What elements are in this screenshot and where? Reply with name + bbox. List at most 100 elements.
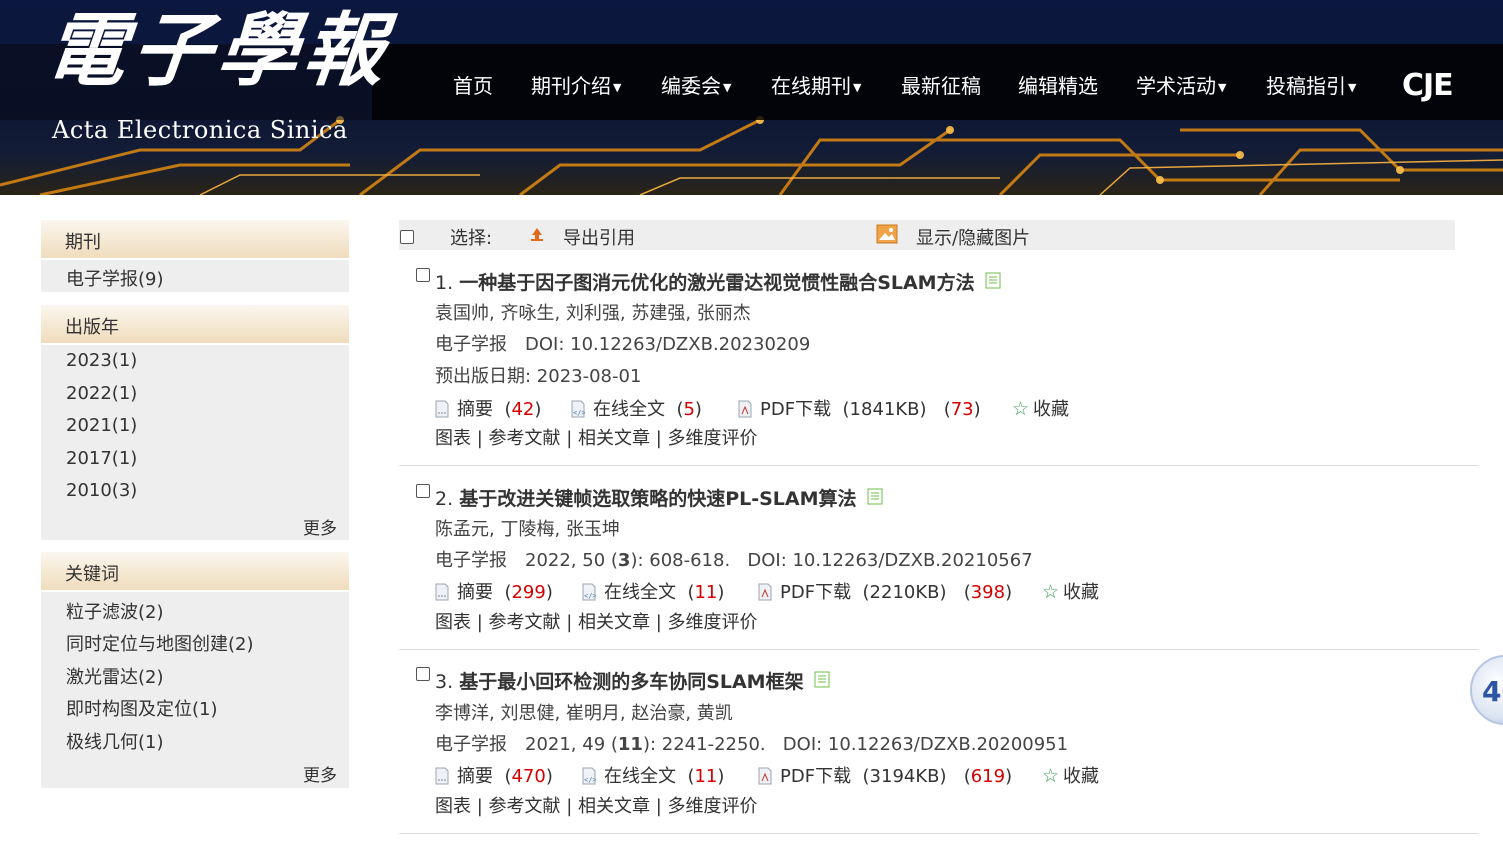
doi[interactable]: DOI: 10.12263/DZXB.20230209	[525, 334, 810, 355]
abstract-icon	[435, 400, 449, 418]
article-checkbox[interactable]	[416, 484, 430, 498]
related-articles-link[interactable]: 相关文章	[578, 612, 650, 633]
references-link[interactable]: 参考文献	[489, 796, 561, 817]
figures-link[interactable]: 图表	[435, 796, 471, 817]
article-title[interactable]: 2. 基于改进关键帧选取策略的快速PL-SLAM算法	[435, 484, 883, 511]
article-links: 图表 | 参考文献 | 相关文章 | 多维度评价	[435, 612, 758, 633]
export-citation-button[interactable]: 导出引用	[563, 224, 635, 250]
html-document-icon: </>	[571, 400, 585, 418]
sidebar-item-year[interactable]: 2023(1)	[66, 350, 137, 371]
sidebar-item-keyword[interactable]: 极线几何(1)	[66, 728, 164, 754]
article-citation: 电子学报 DOI: 10.12263/DZXB.20230209	[435, 330, 810, 356]
sidebar-keywords-header: 关键词	[41, 552, 349, 590]
star-icon: ☆	[1042, 581, 1060, 603]
sidebar-year-more-link[interactable]: 更多	[303, 514, 337, 539]
sidebar-item-year[interactable]: 2021(1)	[66, 415, 137, 436]
references-link[interactable]: 参考文献	[489, 612, 561, 633]
journal-logo-en[interactable]: Acta Electronica Sinica	[52, 116, 348, 144]
article-title[interactable]: 1. 一种基于因子图消元优化的激光雷达视觉惯性融合SLAM方法	[435, 268, 1001, 295]
pdf-download-link[interactable]: PDF下载 (1841KB) (73)	[738, 395, 981, 421]
related-articles-link[interactable]: 相关文章	[578, 796, 650, 817]
sidebar-item-year[interactable]: 2010(3)	[66, 480, 137, 501]
volume-issue-pages: 2021, 49 (11): 2241-2250.	[525, 734, 766, 755]
nav-online-journal[interactable]: 在线期刊 ▼	[771, 70, 861, 99]
pdf-icon	[758, 583, 772, 601]
chevron-down-icon: ▼	[1218, 81, 1227, 94]
sidebar-item-keyword[interactable]: 粒子滤波(2)	[66, 598, 164, 624]
preprint-date: 预出版日期: 2023-08-01	[435, 366, 642, 387]
sidebar-item-journal[interactable]: 电子学报(9)	[66, 265, 164, 291]
pdf-download-link[interactable]: PDF下载 (2210KB) (398)	[758, 578, 1012, 604]
sidebar-journal-header: 期刊	[41, 220, 349, 258]
journal-name: 电子学报	[435, 734, 507, 755]
related-articles-link[interactable]: 相关文章	[578, 428, 650, 449]
nav-journal-intro[interactable]: 期刊介绍 ▼	[531, 70, 621, 99]
favorite-button[interactable]: ☆ 收藏	[1012, 395, 1069, 421]
article-authors: 陈孟元, 丁陵梅, 张玉坤	[435, 519, 620, 540]
cje-logo[interactable]: CJE	[1402, 68, 1454, 103]
pdf-icon	[758, 767, 772, 785]
favorite-button[interactable]: ☆ 收藏	[1042, 762, 1099, 788]
nav-call-for-papers[interactable]: 最新征稿	[901, 70, 981, 99]
sidebar-item-year[interactable]: 2017(1)	[66, 448, 137, 469]
nav-editors-picks[interactable]: 编辑精选	[1018, 70, 1098, 99]
sidebar-year-list: 2023(1) 2022(1) 2021(1) 2017(1) 2010(3) …	[41, 345, 349, 540]
sidebar-item-keyword[interactable]: 即时构图及定位(1)	[66, 695, 218, 721]
article-item: 2. 基于改进关键帧选取策略的快速PL-SLAM算法 陈孟元, 丁陵梅, 张玉坤…	[399, 474, 1479, 650]
sidebar-year-header: 出版年	[41, 305, 349, 343]
abstract-icon	[435, 767, 449, 785]
main-nav: 首页 期刊介绍 ▼ 编委会 ▼ 在线期刊 ▼ 最新征稿 编辑精选 学术活动 ▼ 投稿指引…	[0, 70, 1503, 98]
metrics-link[interactable]: 多维度评价	[668, 796, 758, 817]
chevron-down-icon: ▼	[853, 81, 862, 94]
select-label: 选择:	[450, 228, 493, 249]
doi[interactable]: DOI: 10.12263/DZXB.20210567	[747, 550, 1032, 571]
svg-text:</>: </>	[573, 409, 585, 417]
abstract-link[interactable]: 摘要 (299)	[435, 578, 553, 604]
doi[interactable]: DOI: 10.12263/DZXB.20200951	[783, 734, 1068, 755]
abstract-link[interactable]: 摘要 (42)	[435, 395, 541, 421]
fulltext-link[interactable]: </> 在线全文 (11)	[582, 762, 724, 788]
abstract-link[interactable]: 摘要 (470)	[435, 762, 553, 788]
export-icon	[531, 228, 543, 241]
article-links: 图表 | 参考文献 | 相关文章 | 多维度评价	[435, 428, 758, 449]
favorite-button[interactable]: ☆ 收藏	[1042, 578, 1099, 604]
nav-academic-events[interactable]: 学术活动 ▼	[1136, 70, 1226, 99]
nav-home[interactable]: 首页	[453, 70, 493, 99]
article-links: 图表 | 参考文献 | 相关文章 | 多维度评价	[435, 796, 758, 817]
article-checkbox[interactable]	[416, 667, 430, 681]
html-document-icon: </>	[582, 583, 596, 601]
sidebar-journal-list: 电子学报(9)	[41, 260, 349, 292]
sidebar-keywords-more-link[interactable]: 更多	[303, 761, 337, 786]
svg-text:</>: </>	[584, 776, 596, 784]
metrics-link[interactable]: 多维度评价	[668, 428, 758, 449]
badge-number: 40	[1482, 675, 1503, 708]
figures-link[interactable]: 图表	[435, 428, 471, 449]
chevron-down-icon: ▼	[723, 81, 732, 94]
toggle-images-button[interactable]: 显示/隐藏图片	[916, 224, 1030, 250]
pdf-download-link[interactable]: PDF下载 (3194KB) (619)	[758, 762, 1012, 788]
sidebar-item-year[interactable]: 2022(1)	[66, 383, 137, 404]
journal-name: 电子学报	[435, 334, 507, 355]
metrics-link[interactable]: 多维度评价	[668, 612, 758, 633]
image-toggle-icon	[876, 224, 898, 244]
document-list-icon[interactable]	[814, 671, 830, 688]
sidebar-item-keyword[interactable]: 同时定位与地图创建(2)	[66, 630, 254, 656]
figures-link[interactable]: 图表	[435, 612, 471, 633]
site-header: 電子學報 Acta Electronica Sinica 首页 期刊介绍 ▼ 编委…	[0, 0, 1503, 195]
sidebar-item-keyword[interactable]: 激光雷达(2)	[66, 663, 164, 689]
document-list-icon[interactable]	[985, 272, 1001, 289]
fulltext-link[interactable]: </> 在线全文 (5)	[571, 395, 702, 421]
article-citation: 电子学报 2021, 49 (11): 2241-2250. DOI: 10.12…	[435, 730, 1068, 756]
nav-submission-guide[interactable]: 投稿指引 ▼	[1266, 70, 1356, 99]
article-checkbox[interactable]	[416, 268, 430, 282]
journal-name: 电子学报	[435, 550, 507, 571]
nav-editorial-board[interactable]: 编委会 ▼	[661, 70, 731, 99]
pdf-icon	[738, 400, 752, 418]
select-all-checkbox[interactable]	[400, 230, 414, 244]
document-list-icon[interactable]	[867, 488, 883, 505]
article-title[interactable]: 3. 基于最小回环检测的多车协同SLAM框架	[435, 667, 830, 694]
references-link[interactable]: 参考文献	[489, 428, 561, 449]
results-toolbar: 选择: 导出引用 显示/隐藏图片	[399, 220, 1455, 250]
fulltext-link[interactable]: </> 在线全文 (11)	[582, 578, 724, 604]
chevron-down-icon: ▼	[613, 81, 622, 94]
